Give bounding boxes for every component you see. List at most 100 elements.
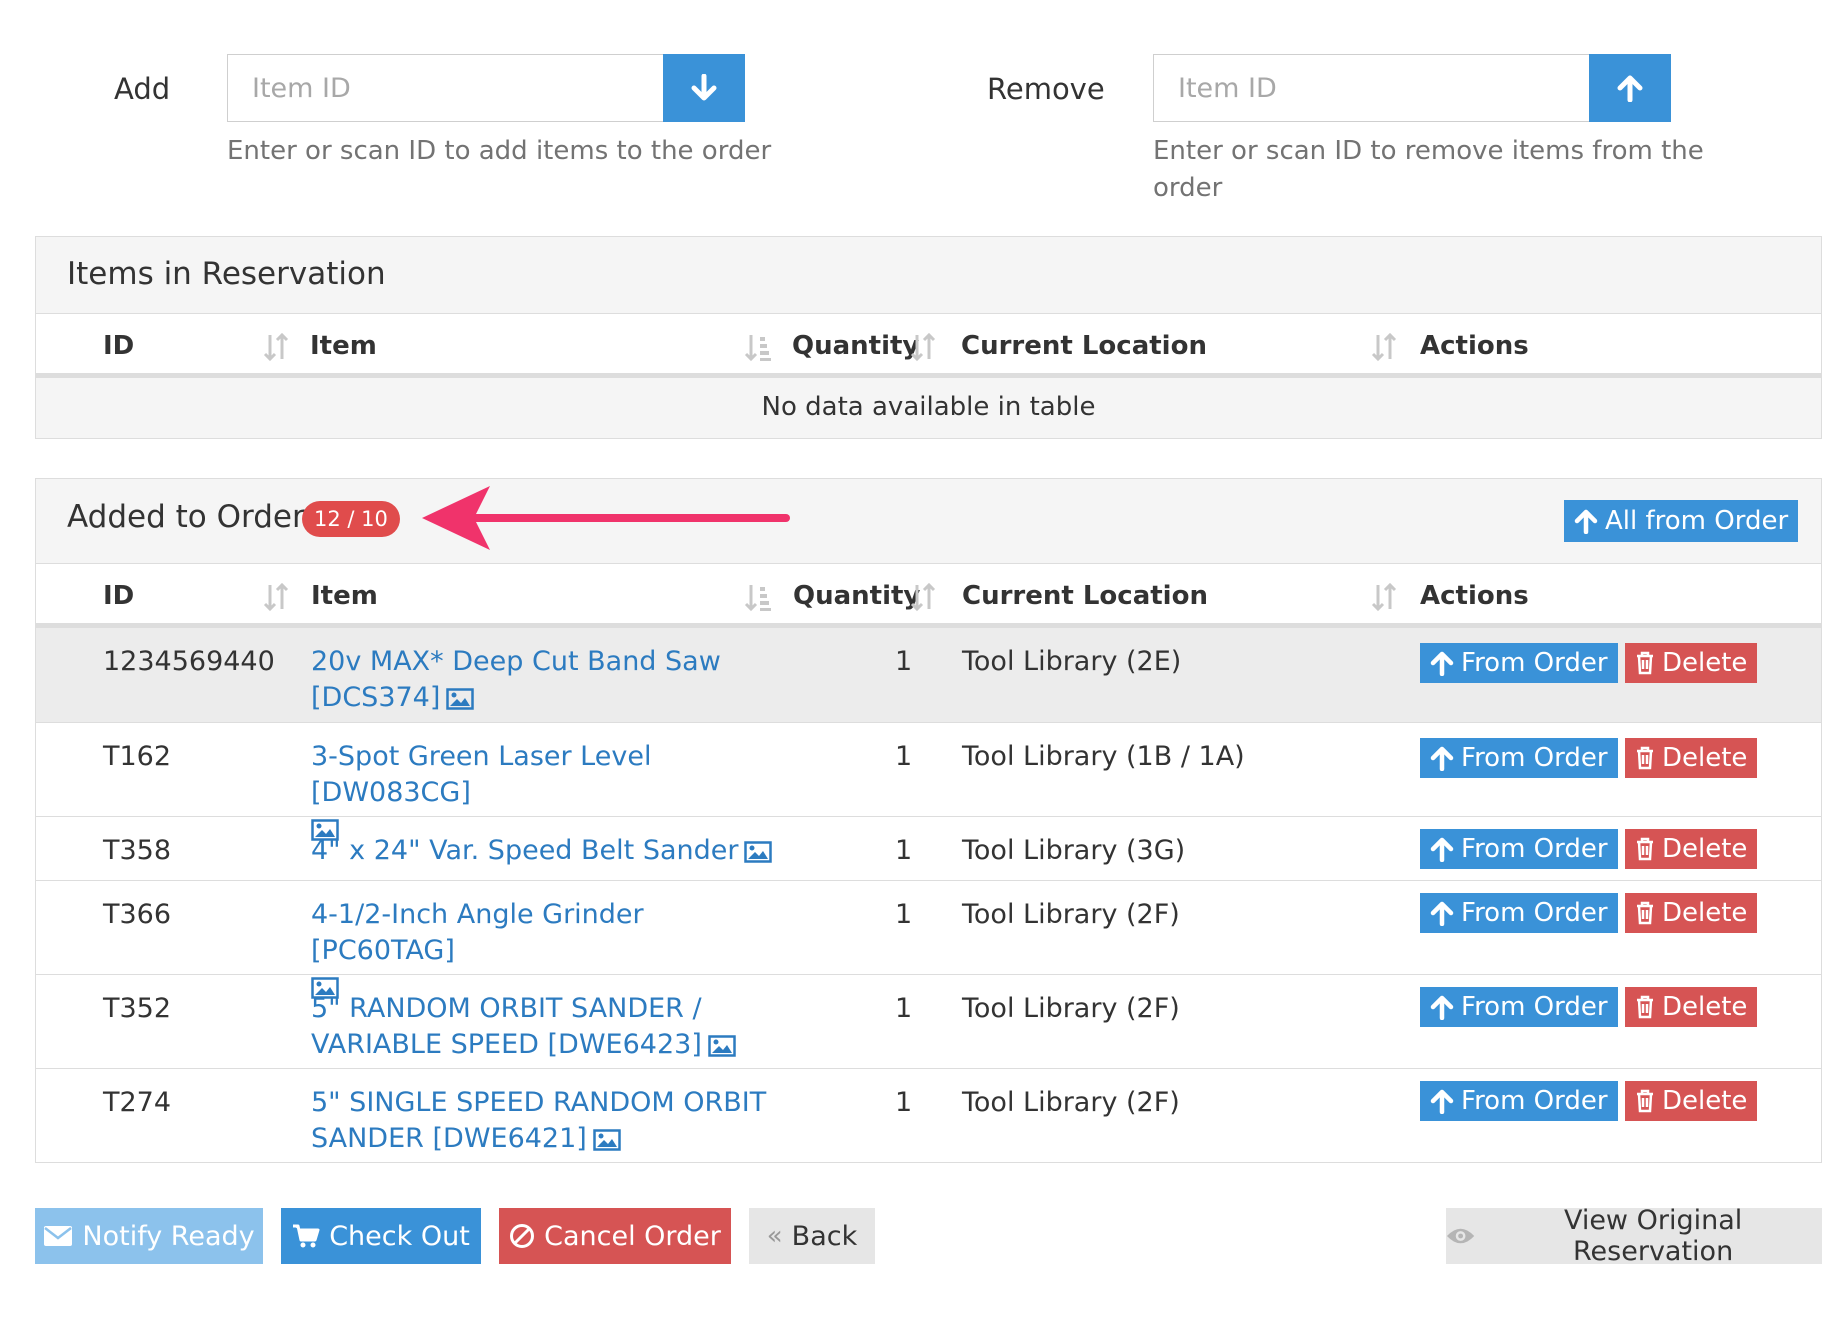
- arrow-up-icon: [1574, 509, 1598, 534]
- reservation-heading: Items in Reservation: [36, 237, 1821, 314]
- reservation-title: Items in Reservation: [67, 256, 386, 292]
- arrow-up-icon: [1617, 75, 1643, 102]
- image-icon[interactable]: [446, 688, 475, 710]
- trash-icon: [1637, 901, 1653, 925]
- reservation-panel: Items in Reservation ID Item Quantity Cu…: [35, 236, 1822, 439]
- add-item-id-input[interactable]: [227, 54, 663, 122]
- col-current-location[interactable]: Current Location: [962, 581, 1208, 611]
- row-location: Tool Library (3G): [962, 835, 1186, 866]
- remove-help-text: Enter or scan ID to remove items from th…: [1153, 136, 1704, 203]
- sort-alpha-icon[interactable]: [744, 582, 772, 612]
- sort-icon[interactable]: [909, 332, 937, 362]
- row-id: T162: [103, 741, 172, 772]
- row-id: T358: [103, 835, 172, 866]
- row-location: Tool Library (2F): [962, 899, 1180, 930]
- shopping-cart-icon: [293, 1224, 320, 1248]
- trash-icon: [1637, 837, 1653, 861]
- sort-icon[interactable]: [262, 582, 290, 612]
- sort-icon[interactable]: [909, 582, 937, 612]
- item-link[interactable]: 5" RANDOM ORBIT SANDER / VARIABLE SPEED …: [311, 991, 811, 1063]
- delete-button[interactable]: Delete: [1625, 987, 1758, 1027]
- trash-icon: [1637, 651, 1653, 675]
- arrow-up-icon: [1430, 746, 1454, 771]
- annotation-arrow: [422, 486, 790, 550]
- remove-from-order-button[interactable]: From Order: [1420, 738, 1618, 778]
- image-icon[interactable]: [744, 841, 773, 863]
- col-current-location[interactable]: Current Location: [961, 331, 1207, 361]
- row-quantity: 1: [895, 993, 913, 1024]
- add-item-button[interactable]: [663, 54, 745, 122]
- col-quantity[interactable]: Quantity: [792, 331, 919, 361]
- remove-from-order-button[interactable]: From Order: [1420, 643, 1618, 683]
- col-actions: Actions: [1420, 581, 1529, 611]
- image-icon[interactable]: [708, 1035, 736, 1057]
- row-quantity: 1: [895, 646, 913, 677]
- order-table-header: ID Item Quantity Current Location Action…: [36, 564, 1821, 628]
- order-heading: Added to Order 12 / 10 All from Order: [36, 479, 1821, 564]
- arrow-up-icon: [1430, 901, 1454, 926]
- notify-ready-button[interactable]: Notify Ready: [35, 1208, 263, 1264]
- row-id: T274: [103, 1087, 172, 1118]
- row-location: Tool Library (2F): [962, 1087, 1180, 1118]
- remove-item-id-input[interactable]: [1153, 54, 1589, 122]
- table-row: 1234569440 20v MAX* Deep Cut Band Saw [D…: [36, 628, 1821, 722]
- remove-from-order-button[interactable]: From Order: [1420, 1081, 1618, 1121]
- col-actions: Actions: [1420, 331, 1529, 361]
- row-id: T366: [103, 899, 172, 930]
- row-location: Tool Library (2F): [962, 993, 1180, 1024]
- add-help-text: Enter or scan ID to add items to the ord…: [227, 136, 772, 166]
- all-from-order-button[interactable]: All from Order: [1564, 500, 1799, 542]
- row-id: 1234569440: [103, 646, 275, 677]
- row-location: Tool Library (1B / 1A): [962, 741, 1245, 772]
- remove-from-order-button[interactable]: From Order: [1420, 893, 1618, 933]
- arrow-up-icon: [1430, 651, 1454, 676]
- delete-button[interactable]: Delete: [1625, 643, 1758, 683]
- eye-icon: [1446, 1228, 1475, 1244]
- table-row: T352 5" RANDOM ORBIT SANDER / VARIABLE S…: [36, 974, 1821, 1068]
- order-panel: Added to Order 12 / 10 All from Order ID…: [35, 478, 1822, 1163]
- add-label: Add: [114, 72, 171, 106]
- sort-icon[interactable]: [1370, 582, 1398, 612]
- trash-icon: [1637, 995, 1653, 1019]
- row-quantity: 1: [895, 1087, 913, 1118]
- cancel-order-button[interactable]: Cancel Order: [499, 1208, 731, 1264]
- delete-button[interactable]: Delete: [1625, 829, 1758, 869]
- col-item[interactable]: Item: [310, 331, 377, 361]
- remove-from-order-button[interactable]: From Order: [1420, 987, 1618, 1027]
- row-quantity: 1: [895, 835, 913, 866]
- remove-from-order-button[interactable]: From Order: [1420, 829, 1618, 869]
- image-icon[interactable]: [593, 1129, 621, 1151]
- table-row: T358 4" x 24" Var. Speed Belt Sander 1 T…: [36, 816, 1821, 880]
- remove-label: Remove: [987, 72, 1105, 106]
- col-id[interactable]: ID: [103, 581, 134, 611]
- sort-icon[interactable]: [1370, 332, 1398, 362]
- arrow-up-icon: [1430, 995, 1454, 1020]
- row-quantity: 1: [895, 741, 913, 772]
- trash-icon: [1637, 1089, 1653, 1113]
- row-location: Tool Library (2E): [962, 646, 1182, 677]
- delete-button[interactable]: Delete: [1625, 738, 1758, 778]
- sort-icon[interactable]: [262, 332, 290, 362]
- view-original-reservation-button[interactable]: View Original Reservation: [1446, 1205, 1822, 1267]
- order-title: Added to Order: [67, 499, 305, 535]
- col-quantity[interactable]: Quantity: [793, 581, 920, 611]
- back-button[interactable]: « Back: [749, 1208, 875, 1264]
- check-out-button[interactable]: Check Out: [281, 1208, 481, 1264]
- remove-item-button[interactable]: [1589, 54, 1671, 122]
- col-id[interactable]: ID: [103, 331, 134, 361]
- double-chevron-left-icon: «: [766, 1221, 783, 1251]
- order-count-badge: 12 / 10: [302, 501, 400, 537]
- item-link[interactable]: 5" SINGLE SPEED RANDOM ORBIT SANDER [DWE…: [311, 1085, 811, 1157]
- delete-button[interactable]: Delete: [1625, 893, 1758, 933]
- sort-alpha-icon[interactable]: [744, 332, 772, 362]
- row-id: T352: [103, 993, 172, 1024]
- arrow-up-icon: [1430, 1089, 1454, 1114]
- ban-icon: [510, 1224, 535, 1248]
- trash-icon: [1637, 746, 1653, 770]
- col-item[interactable]: Item: [311, 581, 378, 611]
- item-link[interactable]: 4" x 24" Var. Speed Belt Sander: [311, 833, 831, 869]
- arrow-up-icon: [1430, 837, 1454, 862]
- delete-button[interactable]: Delete: [1625, 1081, 1758, 1121]
- table-row: T366 4-1/2-Inch Angle Grinder [PC60TAG] …: [36, 880, 1821, 999]
- item-link[interactable]: 20v MAX* Deep Cut Band Saw [DCS374]: [311, 644, 771, 716]
